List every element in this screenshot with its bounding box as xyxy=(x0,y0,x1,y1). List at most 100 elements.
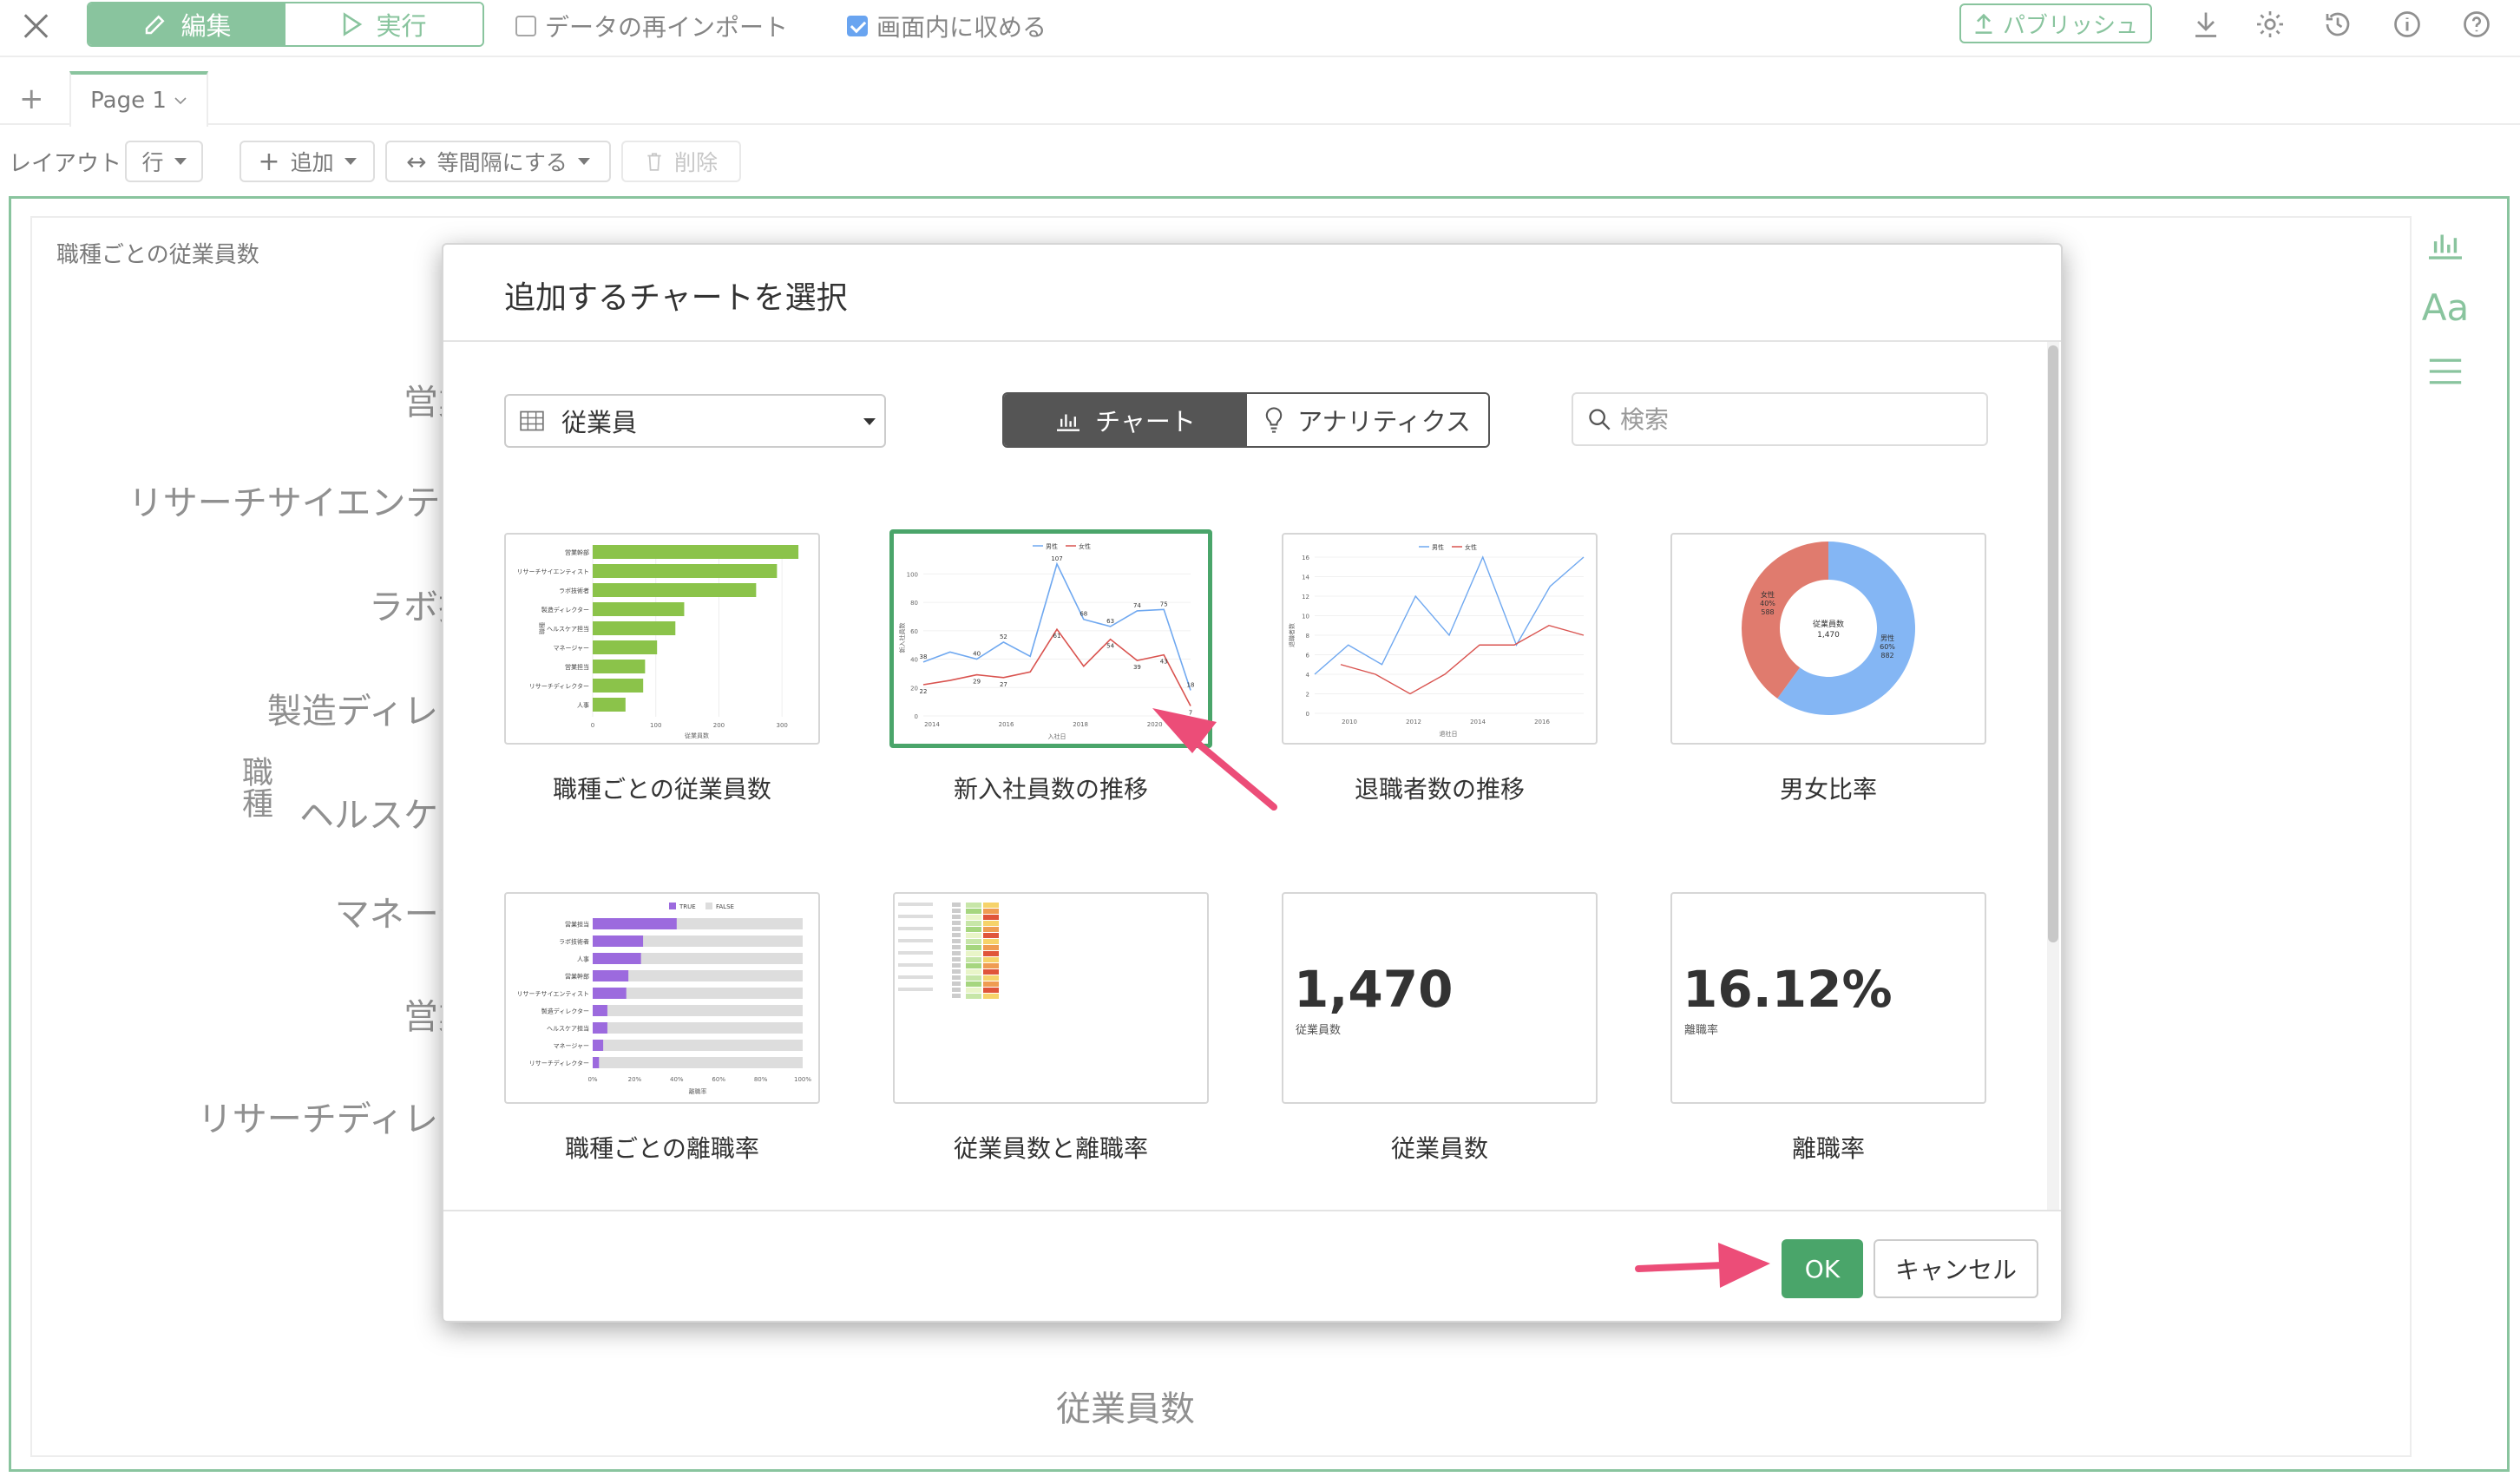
data-label: 39 xyxy=(1133,664,1141,671)
dataset-select[interactable]: 従業員 xyxy=(504,394,886,448)
bar xyxy=(593,698,626,712)
chart-card-headcount-and-attrition[interactable] xyxy=(893,892,1209,1104)
modal-scrollbar-thumb[interactable] xyxy=(2048,345,2058,942)
chart-card-gender-ratio[interactable]: 従業員数 1,470 女性 40% 588 男性 60% 882 xyxy=(1670,533,1986,745)
table-cell-heat xyxy=(966,981,981,987)
data-label: 68 xyxy=(1080,611,1087,618)
table-cell-heat xyxy=(966,994,981,999)
tick-label: 60% xyxy=(712,1076,725,1083)
tick-label: 80% xyxy=(754,1076,768,1083)
category-label: 営業担当 xyxy=(565,921,589,929)
bar-false xyxy=(593,1005,803,1016)
table-cell-heat xyxy=(966,915,981,920)
data-label: 74 xyxy=(1133,602,1141,609)
kpi-label: 離職率 xyxy=(1684,1024,1719,1037)
series-line-female xyxy=(1340,624,1585,695)
bar xyxy=(593,679,644,693)
slice-label: 882 xyxy=(1880,652,1893,660)
chart-select-modal: 追加するチャートを選択 従業員 チャート アナリティクス 0100200300営… xyxy=(442,243,2063,1323)
table-cell-placeholder xyxy=(952,988,961,992)
slice-label: 女性 xyxy=(1761,590,1775,599)
category-label: リサーチディレクター xyxy=(529,1060,589,1067)
table-cell-placeholder xyxy=(898,927,933,930)
search-input[interactable] xyxy=(1620,404,1967,434)
bar-true xyxy=(593,1040,604,1051)
chart-card-leavers-trend[interactable]: 0 2 4 6 8 10 12 14 16 2010 2012 2014 2016 男性 女性 退社日 退職者数 xyxy=(1282,533,1598,745)
table-cell-placeholder xyxy=(952,951,961,955)
legend-label: FALSE xyxy=(716,903,734,910)
table-cell-placeholder xyxy=(898,969,933,973)
table-cell-heat xyxy=(983,975,999,981)
modal-divider xyxy=(443,1210,2061,1211)
data-label: 107 xyxy=(1051,555,1062,562)
chart-card-label: 新入社員数の推移 xyxy=(953,775,1148,804)
table-cell-placeholder xyxy=(952,975,961,980)
table-cell-heat xyxy=(983,963,999,968)
table-cell-placeholder xyxy=(952,921,961,925)
tab-chart[interactable]: チャート xyxy=(1004,394,1247,446)
data-label: 7 xyxy=(1189,710,1192,717)
tick-label: 2018 xyxy=(1073,721,1088,728)
table-cell-placeholder xyxy=(898,903,933,906)
tick-label: 40 xyxy=(910,657,918,664)
table-cell-heat xyxy=(983,981,999,987)
table-cell-heat xyxy=(983,969,999,975)
table-cell-placeholder xyxy=(898,945,933,949)
search-box[interactable] xyxy=(1572,392,1988,446)
tab-analytics[interactable]: アナリティクス xyxy=(1247,394,1488,446)
ok-button[interactable]: OK xyxy=(1782,1239,1863,1298)
line-chart-thumbnail: 0 2 4 6 8 10 12 14 16 2010 2012 2014 2016 男性 女性退社日 退職者数 xyxy=(1288,543,1585,738)
table-cell-placeholder xyxy=(898,994,933,997)
kpi-value: 1,470 xyxy=(1294,960,1454,1019)
tick-label: 2010 xyxy=(1342,719,1357,725)
x-axis-label: 退社日 xyxy=(1440,730,1458,738)
table-cell-heat xyxy=(983,933,999,938)
tick-label: 0% xyxy=(587,1076,597,1083)
tick-label: 2020 xyxy=(1147,721,1163,728)
legend-label: TRUE xyxy=(679,903,696,910)
slice-label: 男性 xyxy=(1880,633,1894,642)
tick-label: 200 xyxy=(713,722,725,729)
bar xyxy=(593,564,778,578)
bar-false xyxy=(593,1022,803,1034)
table-cell-placeholder xyxy=(952,945,961,949)
bar xyxy=(593,640,658,654)
data-label: 63 xyxy=(1106,618,1114,625)
chart-card-headcount-by-role[interactable]: 0 100 200 300 営業幹部 リサーチサイエンティスト ラボ技術者 製造ディレクターヘ… xyxy=(504,533,820,745)
table-cell-heat xyxy=(983,903,999,908)
chart-card-label: 従業員数 xyxy=(1390,1134,1488,1163)
tick-label: 20% xyxy=(628,1076,642,1083)
table-cell-placeholder xyxy=(952,957,961,962)
bar-true xyxy=(593,918,677,929)
donut-chart-thumbnail: 従業員数 1,470 女性40%588 男性60%882 xyxy=(1742,542,1915,715)
table-cell-heat xyxy=(983,988,999,993)
data-label: 27 xyxy=(1000,681,1007,688)
chart-card-headcount-kpi[interactable]: 1,470 従業員数 xyxy=(1282,892,1598,1104)
bar-chart-thumbnail: 0 100 200 300 営業幹部リサーチサイエンティストラボ技術者製造ディレクターヘ… xyxy=(516,545,799,739)
legend-label: 男性 xyxy=(1046,542,1058,550)
slice-label: 40% xyxy=(1760,600,1775,607)
category-label: 製造ディレクター xyxy=(541,1008,589,1015)
data-label: 75 xyxy=(1160,601,1168,607)
cancel-button[interactable]: キャンセル xyxy=(1874,1239,2038,1298)
chart-card-new-hires-trend[interactable]: 0 20 40 60 80 100 2014 2016 2018 2020 38 40 52 107 68 6… xyxy=(889,529,1212,748)
table-cell-placeholder xyxy=(952,927,961,931)
donut-center-title: 従業員数 xyxy=(1813,619,1844,629)
chart-card-attrition-kpi[interactable]: 16.12% 離職率 xyxy=(1670,892,1986,1104)
pivot-table-thumbnail xyxy=(898,903,999,999)
table-cell-placeholder xyxy=(898,963,933,967)
category-label: マネージャー xyxy=(553,645,589,652)
table-cell-placeholder xyxy=(898,975,933,979)
table-cell-placeholder xyxy=(952,915,961,919)
tick-label: 80 xyxy=(910,600,918,607)
bar-true xyxy=(593,1005,607,1016)
table-cell-heat xyxy=(983,994,999,999)
tick-label: 2 xyxy=(1306,692,1309,699)
legend-swatch xyxy=(705,903,712,909)
category-label: 人事 xyxy=(577,701,589,709)
table-cell-placeholder xyxy=(952,903,961,907)
chart-card-label: 離職率 xyxy=(1791,1134,1865,1163)
chart-card-attrition-by-role[interactable]: TRUE FALSE 営業担当 ラボ技術者 人事 営業幹部 リサーチサイエンティスト 製造ディ… xyxy=(504,892,820,1104)
category-label: ヘルスケア担当 xyxy=(547,1025,589,1033)
table-cell-heat xyxy=(966,945,981,950)
